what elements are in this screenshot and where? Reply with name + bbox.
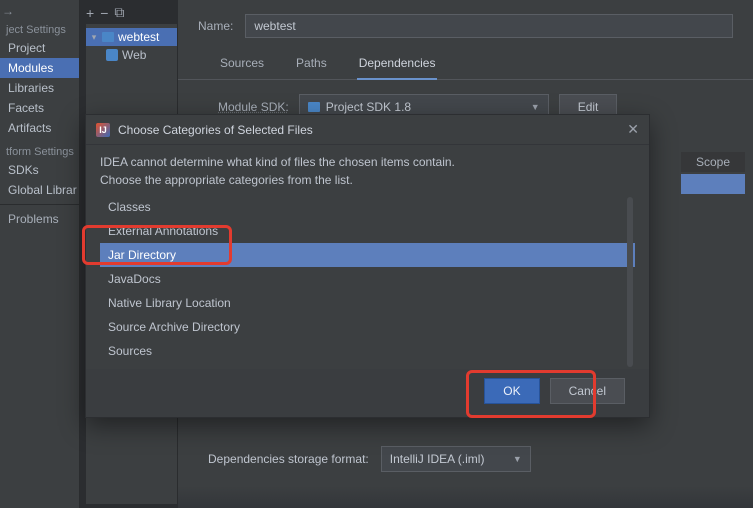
dialog-title: Choose Categories of Selected Files — [118, 123, 313, 137]
sidebar-item-project[interactable]: Project — [0, 38, 79, 58]
tab-dependencies[interactable]: Dependencies — [357, 50, 438, 80]
category-item-sources[interactable]: Sources — [100, 339, 635, 363]
category-item-javadocs[interactable]: JavaDocs — [100, 267, 635, 291]
module-tree-root-label: webtest — [118, 30, 159, 44]
category-list[interactable]: Classes External Annotations Jar Directo… — [100, 195, 635, 369]
structure-sidebar: → ject Settings Project Modules Librarie… — [0, 0, 80, 508]
dialog-titlebar[interactable]: IJ Choose Categories of Selected Files ✕ — [86, 115, 649, 145]
ok-button[interactable]: OK — [484, 378, 539, 404]
web-facet-icon — [106, 49, 118, 61]
storage-format-label: Dependencies storage format: — [208, 452, 369, 466]
module-sdk-value: Project SDK 1.8 — [326, 100, 411, 114]
tab-paths[interactable]: Paths — [294, 50, 329, 79]
tree-caret-icon[interactable]: ▾ — [90, 32, 98, 43]
sidebar-heading-platform-settings: tform Settings — [0, 144, 79, 160]
chevron-down-icon: ▼ — [531, 102, 540, 112]
category-item-source-archive-directory[interactable]: Source Archive Directory — [100, 315, 635, 339]
copy-module-icon[interactable]: ⧉ — [114, 4, 124, 21]
app-icon: IJ — [96, 123, 110, 137]
category-item-classes[interactable]: Classes — [100, 195, 635, 219]
sidebar-item-problems[interactable]: Problems — [0, 209, 79, 229]
module-tabs: Sources Paths Dependencies — [178, 46, 753, 80]
module-tree-child-label: Web — [122, 48, 146, 62]
sidebar-divider — [0, 204, 79, 205]
close-icon[interactable]: ✕ — [627, 121, 639, 138]
choose-categories-dialog: IJ Choose Categories of Selected Files ✕… — [85, 114, 650, 418]
remove-module-icon[interactable]: − — [100, 5, 108, 21]
category-item-jar-directory[interactable]: Jar Directory — [100, 243, 635, 267]
module-tree-child[interactable]: Web — [86, 46, 177, 64]
sidebar-item-modules[interactable]: Modules — [0, 58, 79, 78]
category-item-external-annotations[interactable]: External Annotations — [100, 219, 635, 243]
storage-format-combo[interactable]: IntelliJ IDEA (.iml) ▼ — [381, 446, 531, 472]
list-scrollbar[interactable] — [627, 197, 633, 367]
cancel-button[interactable]: Cancel — [550, 378, 625, 404]
category-item-native-library-location[interactable]: Native Library Location — [100, 291, 635, 315]
module-actions: + − ⧉ — [86, 4, 124, 21]
sdk-folder-icon — [308, 102, 320, 112]
module-folder-icon — [102, 32, 114, 42]
back-icon[interactable]: → — [0, 4, 79, 22]
module-sdk-label: Module SDK: — [218, 100, 289, 114]
dialog-button-row: OK Cancel — [86, 369, 649, 417]
module-tree-root[interactable]: ▾ webtest — [86, 28, 177, 46]
sidebar-item-global-libraries[interactable]: Global Librar — [0, 180, 79, 200]
dialog-message-line2: Choose the appropriate categories from t… — [100, 171, 635, 189]
dependencies-selected-row[interactable] — [681, 174, 745, 194]
chevron-down-icon: ▼ — [513, 454, 522, 464]
sidebar-heading-project-settings: ject Settings — [0, 22, 79, 38]
sidebar-item-libraries[interactable]: Libraries — [0, 78, 79, 98]
sidebar-item-facets[interactable]: Facets — [0, 98, 79, 118]
content-bottom-shadow — [178, 486, 753, 508]
dependencies-scope-header: Scope — [681, 152, 745, 172]
tab-sources[interactable]: Sources — [218, 50, 266, 79]
sidebar-item-artifacts[interactable]: Artifacts — [0, 118, 79, 138]
dialog-message-line1: IDEA cannot determine what kind of files… — [100, 153, 635, 171]
storage-format-value: IntelliJ IDEA (.iml) — [390, 452, 485, 466]
name-label: Name: — [198, 19, 233, 33]
add-module-icon[interactable]: + — [86, 5, 94, 21]
sidebar-item-sdks[interactable]: SDKs — [0, 160, 79, 180]
module-name-input[interactable] — [245, 14, 733, 38]
